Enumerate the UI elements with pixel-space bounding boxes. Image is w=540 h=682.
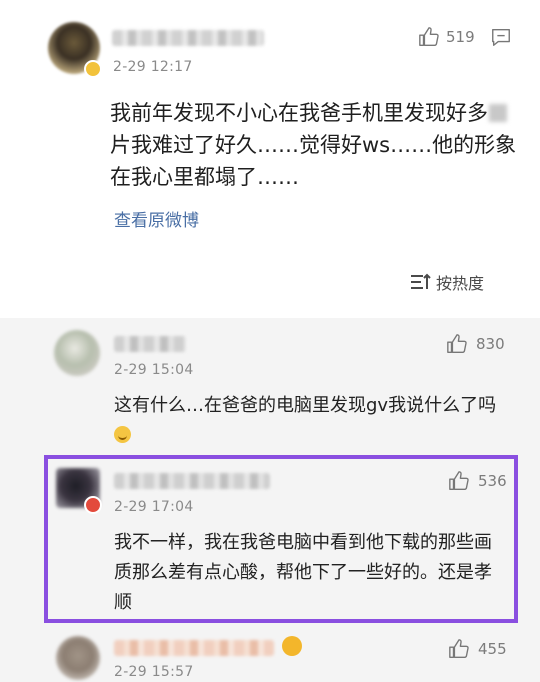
view-original-link[interactable]: 查看原微博 xyxy=(114,206,199,231)
laughing-emoji-icon xyxy=(114,426,131,443)
sort-by-hot-button[interactable]: 按热度 xyxy=(410,270,484,294)
reply-like-count: 536 xyxy=(478,472,507,490)
sort-label: 按热度 xyxy=(436,274,485,293)
thumbs-up-icon[interactable] xyxy=(446,333,468,355)
thumbs-up-icon[interactable] xyxy=(448,470,470,492)
comment-time: 2-29 12:17 xyxy=(113,59,193,75)
reply-text: 我不一样，我在我爸电脑中看到他下载的那些画质那么差有点心酸，帮他下了一些好的。还… xyxy=(114,532,492,613)
reply-time: 2-29 15:04 xyxy=(114,362,194,378)
reply-username-blurred[interactable] xyxy=(114,473,270,489)
reply-text: 这有什么…在爸爸的电脑里发现gv我说什么了吗 xyxy=(114,391,504,451)
censored-mask xyxy=(489,104,507,122)
reply-time: 2-29 15:57 xyxy=(114,664,194,680)
reply-avatar[interactable] xyxy=(56,636,100,680)
comment-text: 我前年发现不小心在我爸手机里发现好多片我难过了好久……觉得好ws……他的形象在我… xyxy=(110,97,520,193)
main-comment: 2-29 12:17 519 我前年发现不小心在我爸手机里发现好多片我难过了好久… xyxy=(0,0,540,318)
reply-username-blurred[interactable] xyxy=(114,640,274,656)
thumbs-up-icon[interactable] xyxy=(448,638,470,660)
username-blurred[interactable] xyxy=(112,30,264,46)
reply-text-content: 这有什么…在爸爸的电脑里发现gv我说什么了吗 xyxy=(114,395,497,416)
sort-icon xyxy=(411,273,431,289)
comment-text-part-2: 片我难过了好久……觉得好ws……他的形象在我心里都塌了…… xyxy=(110,133,517,189)
like-count: 519 xyxy=(446,28,475,46)
thumbs-up-icon[interactable] xyxy=(418,26,440,48)
comment-icon[interactable] xyxy=(490,26,512,48)
reply-username-blurred[interactable] xyxy=(114,336,186,352)
reply-like-count: 455 xyxy=(478,640,507,658)
comment-text-part-1: 我前年发现不小心在我爸手机里发现好多 xyxy=(110,101,488,125)
vip-crown-icon xyxy=(282,636,302,656)
reply-avatar[interactable] xyxy=(54,330,100,376)
reply-like-count: 830 xyxy=(476,335,505,353)
badge-icon xyxy=(84,496,102,514)
reply-time: 2-29 17:04 xyxy=(114,499,194,515)
verified-badge xyxy=(84,60,102,78)
